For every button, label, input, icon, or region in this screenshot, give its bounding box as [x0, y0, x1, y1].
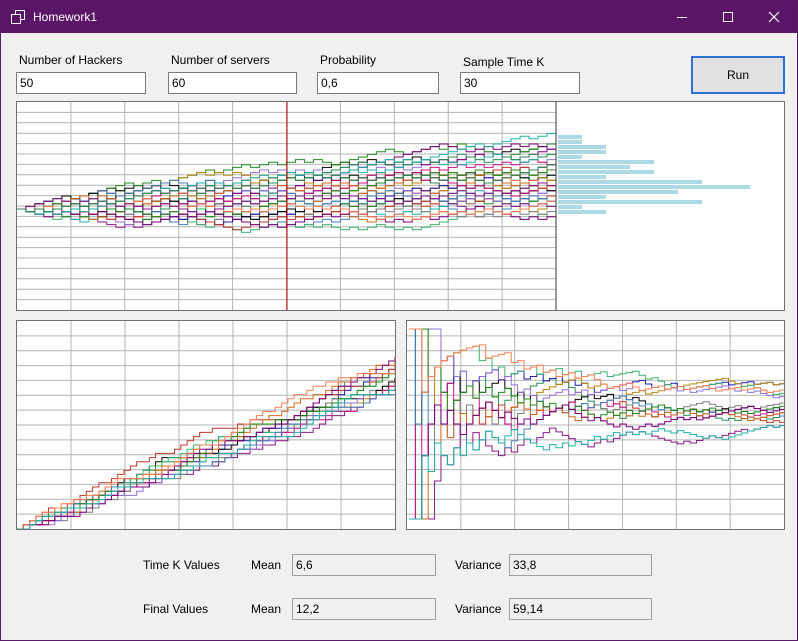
- frequency-gridlines: [407, 321, 784, 529]
- frequency-series-line: [409, 345, 784, 520]
- maximize-icon: [723, 12, 733, 22]
- app-icon: [11, 10, 25, 24]
- relative-frequency-chart: [16, 320, 396, 530]
- relative-frequency-svg: [17, 321, 395, 529]
- histogram-bar: [558, 135, 582, 139]
- final-mean-field[interactable]: 12,2: [292, 598, 436, 620]
- time-k-variance-label: Variance: [455, 558, 502, 572]
- close-icon: [768, 11, 780, 23]
- close-button[interactable]: [751, 1, 797, 33]
- sample-time-label: Sample Time K: [463, 55, 545, 69]
- minimize-button[interactable]: [659, 1, 705, 33]
- cumulative-series-group: [17, 356, 395, 529]
- run-button[interactable]: Run: [691, 56, 785, 94]
- time-k-values-label: Time K Values: [143, 558, 220, 572]
- histogram-bar: [558, 165, 630, 169]
- hacker-random-walk-chart: [16, 101, 785, 311]
- sample-time-input[interactable]: [460, 72, 580, 94]
- probability-input[interactable]: [317, 72, 439, 94]
- hackers-label: Number of Hackers: [19, 53, 123, 67]
- frequency-series-line: [409, 328, 784, 421]
- frequency-series-group: [409, 328, 784, 520]
- hackers-input[interactable]: [16, 72, 146, 94]
- app-window: Homework1 Number of Hackers Number of se…: [0, 0, 798, 641]
- histogram-bar: [558, 205, 582, 209]
- title-bar[interactable]: Homework1: [1, 1, 797, 33]
- minimize-icon: [677, 17, 687, 18]
- histogram-bar: [558, 210, 606, 214]
- histogram-bar: [558, 180, 702, 184]
- histogram-bar: [558, 175, 606, 179]
- final-variance-field[interactable]: 59,14: [509, 598, 652, 620]
- histogram-bar: [558, 150, 606, 154]
- run-button-label: Run: [726, 68, 749, 82]
- servers-label: Number of servers: [171, 53, 270, 67]
- time-k-mean-field[interactable]: 6,6: [292, 554, 436, 576]
- histogram-bar: [558, 190, 678, 194]
- normalized-frequency-svg: [407, 321, 784, 529]
- histogram-bar: [558, 185, 750, 189]
- histogram-bar: [558, 155, 582, 159]
- histogram-bar: [558, 160, 654, 164]
- probability-label: Probability: [320, 53, 377, 67]
- frequency-series-line: [409, 401, 784, 520]
- final-variance-label: Variance: [455, 602, 502, 616]
- frequency-series-line: [409, 382, 784, 520]
- hacker-random-walk-svg: [17, 102, 750, 310]
- histogram-bar: [558, 170, 654, 174]
- final-values-label: Final Values: [143, 602, 209, 616]
- frequency-series-line: [409, 328, 784, 393]
- servers-input[interactable]: [168, 72, 297, 94]
- histogram-bar: [558, 145, 606, 149]
- time-k-variance-field[interactable]: 33,8: [509, 554, 652, 576]
- cumulative-series-line: [17, 386, 395, 529]
- time-k-mean-label: Mean: [251, 558, 282, 572]
- final-distribution-histogram: [558, 135, 750, 214]
- histogram-bar: [558, 200, 702, 204]
- final-mean-label: Mean: [251, 602, 282, 616]
- window-title: Homework1: [33, 10, 98, 24]
- normalized-frequency-chart: [406, 320, 785, 530]
- histogram-bar: [558, 195, 606, 199]
- histogram-bar: [558, 140, 582, 144]
- cumulative-gridlines: [17, 321, 395, 529]
- maximize-button[interactable]: [705, 1, 751, 33]
